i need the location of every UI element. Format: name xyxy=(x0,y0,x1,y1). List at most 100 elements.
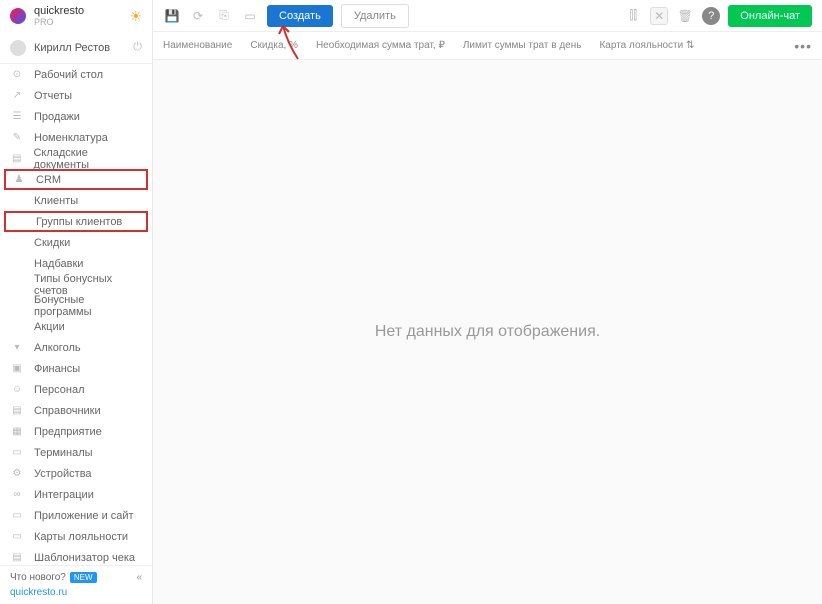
save-icon[interactable]: 💾 xyxy=(163,7,181,25)
nav-label: Продажи xyxy=(34,111,80,123)
brand-sub: PRO xyxy=(34,17,129,27)
nav-list: ⊙ Рабочий стол ↗ Отчеты ☰ Продажи ✎ Номенклатур… xyxy=(0,64,152,565)
col-header-1[interactable]: Скидка, % xyxy=(250,40,298,51)
nav-label: Алкоголь xyxy=(34,342,81,354)
nav-label: Номенклатура xyxy=(34,132,108,144)
display-icon[interactable]: ▭ xyxy=(241,7,259,25)
nav-item-7[interactable]: Группы клиентов xyxy=(4,211,148,232)
nav-icon: ▤ xyxy=(10,404,24,418)
sidebar-footer: Что нового? NEW « quickresto.ru xyxy=(0,565,152,604)
sidebar: quickresto PRO ☀ Кирилл Рестов ⏻ ⊙ Рабочи… xyxy=(0,0,153,604)
help-icon[interactable]: ? xyxy=(702,7,720,25)
nav-label: Группы клиентов xyxy=(36,216,122,228)
nav-icon: ↗ xyxy=(10,89,24,103)
nav-icon: ✎ xyxy=(10,131,24,145)
nav-icon: ▭ xyxy=(10,509,24,523)
col-header-2[interactable]: Необходимая сумма трат, ₽ xyxy=(316,40,445,51)
refresh-icon[interactable]: ⟳ xyxy=(189,7,207,25)
nav-item-0[interactable]: ⊙ Рабочий стол xyxy=(0,64,152,85)
filter-icon[interactable]: ⫿⫿ xyxy=(624,7,642,25)
whats-new[interactable]: Что нового? NEW « xyxy=(10,572,142,583)
nav-label: Справочники xyxy=(34,405,101,417)
nav-label: Клиенты xyxy=(34,195,78,207)
nav-label: Рабочий стол xyxy=(34,69,103,81)
nav-label: Терминалы xyxy=(34,447,93,459)
nav-item-17[interactable]: ▦ Предприятие xyxy=(0,421,152,442)
nav-item-14[interactable]: ▣ Финансы xyxy=(0,358,152,379)
nav-label: Скидки xyxy=(34,237,70,249)
nav-label: Интеграции xyxy=(34,489,94,501)
new-badge: NEW xyxy=(70,572,97,583)
more-icon[interactable]: ••• xyxy=(794,38,812,54)
nav-label: Карты лояльности xyxy=(34,531,128,543)
nav-item-22[interactable]: ▭ Карты лояльности xyxy=(0,526,152,547)
nav-item-9[interactable]: Надбавки xyxy=(0,253,152,274)
column-headers: Наименование Скидка, % Необходимая сумма т… xyxy=(153,32,822,60)
user-row[interactable]: Кирилл Рестов ⏻ xyxy=(0,32,152,64)
col-header-3[interactable]: Лимит суммы трат в день xyxy=(463,40,582,51)
nav-label: Приложение и сайт xyxy=(34,510,134,522)
nav-icon: ▦ xyxy=(10,425,24,439)
content-area: Нет данных для отображения. xyxy=(153,60,822,604)
footer-link[interactable]: quickresto.ru xyxy=(10,587,142,598)
nav-icon: ▾ xyxy=(10,341,24,355)
copy-icon[interactable]: ⎘ xyxy=(215,7,233,25)
delete-button[interactable]: Удалить xyxy=(341,4,409,28)
nav-label: Надбавки xyxy=(34,258,83,270)
nav-icon: ☰ xyxy=(10,110,24,124)
nav-label: Устройства xyxy=(34,468,92,480)
nav-icon: ⊙ xyxy=(10,68,24,82)
nav-icon: ♟ xyxy=(12,173,26,187)
nav-label: Складские документы xyxy=(33,147,142,171)
nav-item-23[interactable]: ▤ Шаблонизатор чека xyxy=(0,547,152,565)
nav-item-3[interactable]: ✎ Номенклатура xyxy=(0,127,152,148)
nav-item-15[interactable]: ☺ Персонал xyxy=(0,379,152,400)
theme-icon[interactable]: ☀ xyxy=(129,8,142,25)
nav-label: Предприятие xyxy=(34,426,102,438)
nav-label: Финансы xyxy=(34,363,80,375)
nav-item-11[interactable]: Бонусные программы xyxy=(0,295,152,316)
nav-icon: ∞ xyxy=(10,488,24,502)
col-header-4[interactable]: Карта лояльности ⇅ xyxy=(599,40,694,51)
nav-icon: ▣ xyxy=(10,362,24,376)
nav-item-10[interactable]: Типы бонусных счетов xyxy=(0,274,152,295)
toolbar: 💾 ⟳ ⎘ ▭ Создать Удалить ⫿⫿ ✕ 🗑 ? Онлайн-… xyxy=(153,0,822,32)
nav-item-1[interactable]: ↗ Отчеты xyxy=(0,85,152,106)
main: 💾 ⟳ ⎘ ▭ Создать Удалить ⫿⫿ ✕ 🗑 ? Онлайн-… xyxy=(153,0,822,604)
nav-item-13[interactable]: ▾ Алкоголь xyxy=(0,337,152,358)
nav-icon: ▭ xyxy=(10,530,24,544)
nav-label: Бонусные программы xyxy=(34,294,142,318)
collapse-icon[interactable]: « xyxy=(136,572,142,583)
nav-item-21[interactable]: ▭ Приложение и сайт xyxy=(0,505,152,526)
nav-label: Персонал xyxy=(34,384,85,396)
avatar xyxy=(10,40,26,56)
user-name: Кирилл Рестов xyxy=(34,42,133,54)
nav-item-18[interactable]: ▭Терминалы xyxy=(0,442,152,463)
nav-icon: ☺ xyxy=(10,383,24,397)
nav-label: CRM xyxy=(36,174,61,186)
tools-icon[interactable]: ✕ xyxy=(650,7,668,25)
col-header-0[interactable]: Наименование xyxy=(163,40,232,51)
nav-label: Шаблонизатор чека xyxy=(34,552,135,564)
trash-icon[interactable]: 🗑 xyxy=(676,7,694,25)
nav-item-20[interactable]: ∞ Интеграции xyxy=(0,484,152,505)
nav-item-19[interactable]: ⚙Устройства xyxy=(0,463,152,484)
nav-item-4[interactable]: ▤ Складские документы xyxy=(0,148,152,169)
power-icon[interactable]: ⏻ xyxy=(133,41,142,54)
nav-icon: ▤ xyxy=(10,551,24,565)
nav-item-5[interactable]: ♟ CRM xyxy=(4,169,148,190)
logo-icon xyxy=(10,8,26,24)
create-button[interactable]: Создать xyxy=(267,5,333,27)
empty-message: Нет данных для отображения. xyxy=(375,323,600,341)
nav-item-2[interactable]: ☰ Продажи xyxy=(0,106,152,127)
nav-label: Отчеты xyxy=(34,90,72,102)
sidebar-header: quickresto PRO ☀ xyxy=(0,0,152,32)
nav-item-8[interactable]: Скидки xyxy=(0,232,152,253)
nav-item-12[interactable]: Акции xyxy=(0,316,152,337)
nav-item-6[interactable]: Клиенты xyxy=(0,190,152,211)
brand-name: quickresto xyxy=(34,5,129,17)
chat-button[interactable]: Онлайн-чат xyxy=(728,5,812,27)
nav-icon: ▤ xyxy=(10,152,23,166)
nav-item-16[interactable]: ▤ Справочники xyxy=(0,400,152,421)
nav-label: Акции xyxy=(34,321,65,333)
